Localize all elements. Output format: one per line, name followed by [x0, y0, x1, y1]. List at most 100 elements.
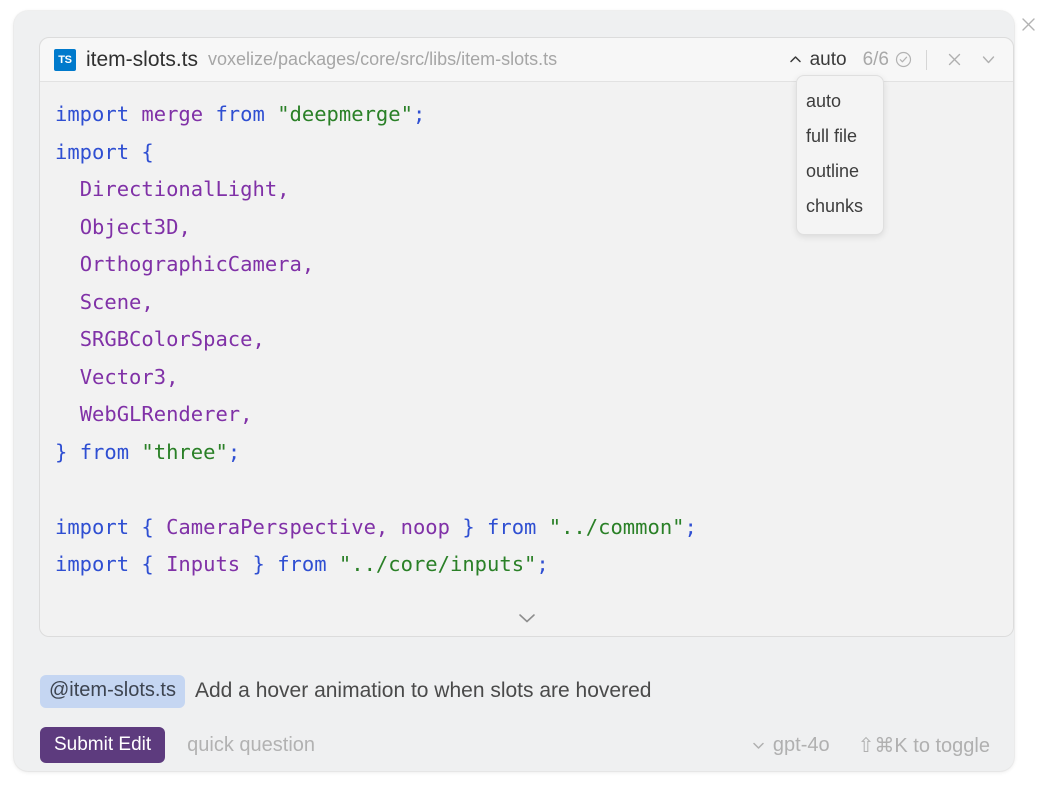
code-token — [265, 102, 277, 126]
code-token: , — [376, 515, 401, 539]
code-token — [475, 515, 487, 539]
code-line: OrthographicCamera, — [55, 246, 1013, 284]
code-token: import — [55, 515, 129, 539]
code-header-actions: auto 6/6 — [786, 47, 1001, 73]
code-token: WebGLRenderer — [80, 402, 240, 426]
code-token: { — [141, 552, 166, 576]
chevron-down-icon — [751, 738, 766, 753]
code-token: } — [253, 552, 265, 576]
code-token — [129, 440, 141, 464]
code-line: Scene, — [55, 284, 1013, 322]
dropdown-option-auto[interactable]: auto — [797, 84, 883, 119]
file-mention-chip[interactable]: @item-slots.ts — [40, 675, 185, 708]
dropdown-option-outline[interactable]: outline — [797, 154, 883, 189]
code-token: SRGBColorSpace — [80, 327, 253, 351]
model-label: gpt-4o — [773, 734, 830, 757]
code-token — [203, 102, 215, 126]
code-token: , — [141, 290, 153, 314]
code-token: } — [462, 515, 474, 539]
code-token: , — [302, 252, 314, 276]
code-token — [450, 515, 462, 539]
code-token: } — [55, 440, 67, 464]
code-token: "../common" — [549, 515, 685, 539]
check-circle-icon — [895, 51, 912, 68]
context-mode-dropdown-trigger[interactable]: auto — [786, 47, 849, 73]
code-card-collapse-button[interactable] — [975, 47, 1001, 73]
code-token — [55, 402, 80, 426]
code-expand-button[interactable] — [40, 610, 1013, 626]
bottom-toolbar: Submit Edit quick question gpt-4o ⇧⌘K to… — [40, 727, 990, 763]
typescript-file-icon: TS — [54, 49, 76, 71]
code-line — [55, 471, 1013, 509]
model-selector[interactable]: gpt-4o — [751, 734, 830, 757]
code-token — [265, 552, 277, 576]
code-token: Inputs — [166, 552, 240, 576]
bottom-toolbar-right: gpt-4o ⇧⌘K to toggle — [751, 733, 990, 758]
code-token: , — [277, 177, 289, 201]
code-token: , — [166, 365, 178, 389]
context-mode-label: auto — [810, 49, 847, 71]
code-token — [67, 440, 79, 464]
code-token: "../core/inputs" — [339, 552, 536, 576]
code-line: WebGLRenderer, — [55, 396, 1013, 434]
code-token: import — [55, 552, 129, 576]
submit-edit-button[interactable]: Submit Edit — [40, 727, 165, 763]
code-token — [55, 215, 80, 239]
context-count-group: 6/6 — [863, 49, 912, 71]
window-close-button[interactable] — [1014, 10, 1042, 38]
code-token: Object3D — [80, 215, 179, 239]
code-token: CameraPerspective — [166, 515, 376, 539]
app-root: TS item-slots.ts voxelize/packages/core/… — [0, 0, 1056, 785]
code-token: OrthographicCamera — [80, 252, 302, 276]
code-token: from — [277, 552, 326, 576]
code-token: , — [240, 402, 252, 426]
context-count-label: 6/6 — [863, 49, 889, 71]
dropdown-option-full-file[interactable]: full file — [797, 119, 883, 154]
prompt-input-row[interactable]: @item-slots.ts Add a hover animation to … — [40, 675, 990, 707]
code-token — [129, 552, 141, 576]
code-token: { — [141, 515, 166, 539]
chevron-up-icon — [788, 52, 803, 67]
code-token: ; — [536, 552, 548, 576]
code-token — [129, 140, 141, 164]
code-token: "deepmerge" — [277, 102, 413, 126]
code-preview-card: TS item-slots.ts voxelize/packages/core/… — [39, 37, 1014, 637]
code-token: import — [55, 140, 129, 164]
code-token: , — [178, 215, 190, 239]
code-line: } from "three"; — [55, 434, 1013, 472]
code-token — [240, 552, 252, 576]
code-token: from — [80, 440, 129, 464]
code-token — [55, 252, 80, 276]
code-token: Vector3 — [80, 365, 166, 389]
edit-panel: TS item-slots.ts voxelize/packages/core/… — [14, 11, 1014, 771]
code-token — [55, 365, 80, 389]
context-mode-dropdown-menu: autofull fileoutlinechunks — [796, 75, 884, 235]
code-token — [55, 327, 80, 351]
code-token: ; — [413, 102, 425, 126]
code-token: from — [487, 515, 536, 539]
code-token — [55, 290, 80, 314]
quick-question-label[interactable]: quick question — [187, 734, 315, 757]
code-token: from — [215, 102, 264, 126]
code-token: , — [252, 327, 264, 351]
code-card-close-button[interactable] — [941, 47, 967, 73]
code-line: SRGBColorSpace, — [55, 321, 1013, 359]
code-line: import { CameraPerspective, noop } from … — [55, 509, 1013, 547]
code-line: import { Inputs } from "../core/inputs"; — [55, 546, 1013, 584]
code-token: "three" — [141, 440, 227, 464]
code-token: { — [141, 140, 153, 164]
header-divider — [926, 50, 927, 70]
file-name-label: item-slots.ts — [86, 48, 198, 72]
dropdown-option-chunks[interactable]: chunks — [797, 189, 883, 224]
code-token: merge — [141, 102, 203, 126]
code-line: Vector3, — [55, 359, 1013, 397]
code-token — [536, 515, 548, 539]
toggle-shortcut-hint: ⇧⌘K to toggle — [858, 733, 990, 758]
code-token: noop — [401, 515, 450, 539]
code-token: import — [55, 102, 129, 126]
code-token: ; — [685, 515, 697, 539]
code-token — [55, 177, 80, 201]
code-token: ; — [228, 440, 240, 464]
code-token: Scene — [80, 290, 142, 314]
code-token — [327, 552, 339, 576]
